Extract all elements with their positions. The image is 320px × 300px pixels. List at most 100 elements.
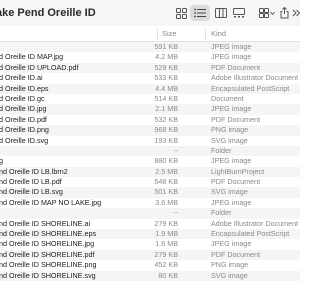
file-kind: JPEG image (211, 52, 252, 62)
file-name: nd Oreille ID.eps (0, 83, 49, 93)
share-button[interactable] (279, 5, 289, 21)
file-name: end Oreille ID SHORELINE.png (0, 260, 97, 270)
file-name: nd Oreille ID.ai (0, 73, 43, 83)
file-name: nd Oreille ID.svg (0, 135, 49, 145)
file-row[interactable]: end Oreille ID SHORELINE.jpg 1.6 MB JPEG i… (0, 239, 300, 249)
file-size: 2.5 MB (155, 166, 178, 176)
file-size: -- (173, 145, 178, 155)
finder-toolbar: ake Pend Oreille ID (0, 0, 300, 26)
file-name: end Oreille ID SHORELINE.pdf (0, 249, 95, 259)
file-row[interactable]: nd Oreille ID MAP.jpg 4.2 MB JPEG image (0, 52, 300, 62)
file-row[interactable]: nd Oreille ID.eps 4.4 MB Encapsulated Post… (0, 83, 300, 94)
file-row[interactable]: nd Oreille ID UPLOAD.pdf 529 KB PDF Docume… (0, 62, 300, 74)
file-size: 501 KB (154, 187, 178, 197)
file-name: n (0, 146, 153, 156)
list-view-button[interactable] (190, 5, 210, 21)
file-size: 529 KB (154, 62, 178, 72)
file-size: 532 KB (154, 114, 178, 124)
kind-column-header[interactable]: Kind (211, 29, 226, 38)
size-column-header[interactable]: Size (162, 29, 177, 38)
file-row[interactable]: end Oreille ID LB.lbrn2 2.5 MB LightBurnPr… (0, 166, 300, 178)
column-divider (157, 29, 158, 39)
file-list: 591 KB JPEG image nd Oreille ID MAP.jpg 4.2… (0, 42, 300, 281)
file-size: 968 KB (154, 125, 178, 135)
file-row[interactable]: nd Oreille ID.svg 193 KB SVG image (0, 136, 300, 146)
column-view-button[interactable] (213, 5, 229, 21)
file-row[interactable]: nd Oreille ID.jpg 2.1 MB JPEG image (0, 104, 300, 115)
file-size: 4.2 MB (155, 52, 178, 62)
file-row[interactable]: nd Oreille ID.ai 533 KB Adobe Illustrator … (0, 73, 300, 83)
file-row[interactable]: end Oreille ID SHORELINE.svg 80 KB SVG ima… (0, 270, 300, 281)
file-kind: JPEG image (211, 156, 252, 166)
file-kind: Document (211, 93, 244, 103)
columns-icon (215, 8, 227, 18)
file-size: 193 KB (154, 135, 178, 145)
file-kind: JPEG image (211, 239, 252, 249)
file-kind: JPEG image (211, 197, 252, 207)
file-name: end Oreille ID SHORELINE.svg (0, 270, 96, 280)
file-kind: SVG image (211, 135, 248, 145)
file-kind: Folder (211, 208, 232, 218)
file-row[interactable]: 591 KB JPEG image (0, 42, 300, 53)
file-kind: PDF Document (211, 249, 261, 259)
file-kind: PNG image (211, 125, 249, 135)
file-kind: Encapsulated PostScript (211, 229, 290, 239)
file-row[interactable]: end Oreille ID SHORELINE.eps 1.9 MB Encaps… (0, 229, 300, 240)
file-size: 1.6 MB (155, 239, 178, 249)
group-icon (259, 8, 275, 18)
file-size: 533 KB (154, 73, 178, 83)
file-kind: Folder (211, 145, 232, 155)
file-size: 279 KB (154, 218, 178, 228)
file-row[interactable]: n -- Folder (0, 145, 300, 157)
file-name: end Oreille ID SHORELINE.ai (0, 218, 91, 228)
file-kind: PNG image (211, 260, 249, 270)
file-kind: PDF Document (211, 114, 261, 124)
file-row[interactable]: nd Oreille ID.png 968 KB PNG image (0, 125, 300, 136)
file-row[interactable]: nd Oreille ID.gc 514 KB Document (0, 94, 300, 104)
file-name: end Oreille ID LB.lbrn2 (0, 166, 68, 176)
window-title: ake Pend Oreille ID (0, 7, 96, 19)
icon-view-button[interactable] (173, 5, 189, 21)
file-name: nd Oreille ID.png (0, 125, 49, 135)
file-name: end Oreille ID LB.svg (0, 187, 63, 197)
file-size: 80 KB (158, 270, 178, 280)
file-size: 514 KB (154, 93, 178, 103)
file-row[interactable]: end Oreille ID SHORELINE.pdf 279 KB PDF Do… (0, 249, 300, 261)
file-kind: PDF Document (211, 62, 261, 72)
file-row[interactable]: end Oreille ID LB.svg 501 KB SVG image (0, 187, 300, 198)
file-name: end Oreille ID SHORELINE.jpg (0, 239, 95, 249)
file-name: pg (0, 156, 3, 166)
file-name: end Oreille ID SHORELINE.eps (0, 229, 97, 239)
grid-icon (175, 7, 187, 19)
file-row[interactable]: e -- Folder (0, 208, 300, 219)
file-size: 548 KB (154, 177, 178, 187)
file-row[interactable]: pg 880 KB JPEG image (0, 156, 300, 166)
gallery-icon (233, 8, 245, 18)
file-size: 591 KB (154, 42, 178, 51)
file-size: 880 KB (154, 156, 178, 166)
file-size: -- (173, 208, 178, 218)
chevrons-icon (292, 9, 300, 17)
file-kind: Encapsulated PostScript (211, 83, 290, 93)
file-row[interactable]: end Oreille ID SHORELINE.png 452 KB PNG im… (0, 260, 300, 270)
file-row[interactable]: end Oreille ID MAP NO LAKE.jpg 3.6 MB JPEG… (0, 198, 300, 208)
file-kind: LightBurnProject (211, 166, 265, 176)
file-row[interactable]: nd Oreille ID.pdf 532 KB PDF Document (0, 115, 300, 125)
file-name: nd Oreille ID UPLOAD.pdf (0, 62, 79, 72)
file-kind: SVG image (211, 270, 248, 280)
list-icon (194, 8, 206, 18)
file-name: nd Oreille ID.pdf (0, 114, 47, 124)
file-row[interactable]: end Oreille ID LB.pdf 548 KB PDF Document (0, 177, 300, 187)
file-kind: JPEG image (211, 104, 252, 114)
file-row[interactable]: end Oreille ID SHORELINE.ai 279 KB Adobe I… (0, 219, 300, 229)
file-name: nd Oreille ID MAP.jpg (0, 52, 64, 62)
file-size: 2.1 MB (155, 104, 178, 114)
file-size: 452 KB (154, 260, 178, 270)
more-button[interactable] (291, 5, 300, 21)
file-size: 1.9 MB (155, 229, 178, 239)
group-button[interactable] (257, 5, 277, 21)
file-kind: JPEG image (211, 42, 252, 51)
gallery-view-button[interactable] (231, 5, 247, 21)
column-divider (205, 29, 206, 39)
file-name: nd Oreille ID.jpg (0, 104, 47, 114)
